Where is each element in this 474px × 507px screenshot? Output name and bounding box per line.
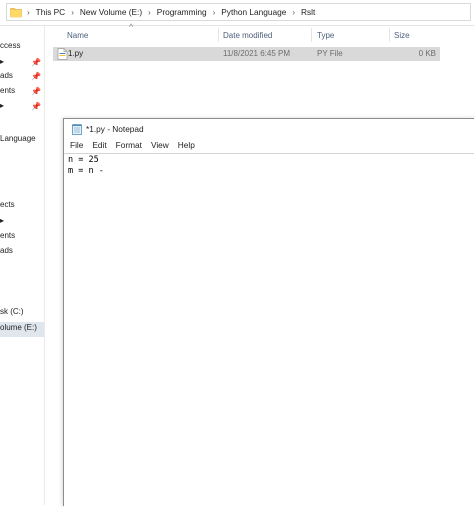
nav-item-label: ents	[0, 86, 16, 95]
file-type: PY File	[317, 49, 343, 58]
pin-icon: 📌	[31, 87, 41, 96]
menu-format[interactable]: Format	[110, 140, 142, 154]
column-header-date-modified[interactable]: Date modified	[223, 31, 272, 45]
column-divider[interactable]	[311, 28, 312, 42]
nav-item-label: ▸	[0, 101, 5, 110]
address-bar: › This PC › New Volume (E:) › Programmin…	[0, 0, 474, 26]
chevron-right-icon[interactable]: ›	[27, 8, 30, 17]
nav-item-3d-objects[interactable]: ects	[0, 200, 44, 214]
nav-item-pictures[interactable]: ▸ 📌	[0, 101, 44, 115]
menu-file[interactable]: File	[64, 140, 83, 154]
column-divider[interactable]	[389, 28, 390, 42]
column-header-type[interactable]: Type	[317, 31, 334, 45]
column-header-name[interactable]: Name	[67, 31, 88, 45]
nav-item-label: ads	[0, 71, 13, 80]
column-header-size[interactable]: Size	[394, 31, 410, 45]
file-size: 0 KB	[418, 49, 436, 58]
breadcrumb-python-language[interactable]: Python Language	[221, 7, 286, 17]
pin-icon: 📌	[31, 102, 41, 111]
nav-item-documents[interactable]: ents 📌	[0, 86, 44, 100]
menu-help[interactable]: Help	[172, 140, 195, 154]
breadcrumb-rslt[interactable]: Rslt	[301, 7, 315, 17]
nav-item-python-language[interactable]: Language	[0, 134, 44, 148]
nav-item-quick-access[interactable]: ccess	[0, 41, 44, 55]
nav-item-downloads-2[interactable]: ads	[0, 246, 44, 260]
nav-item-local-disk-c[interactable]: sk (C:)	[0, 307, 44, 321]
nav-item-label: ▸	[0, 57, 5, 66]
chevron-right-icon[interactable]: ›	[292, 8, 295, 17]
pin-icon: 📌	[31, 58, 41, 67]
chevron-right-icon[interactable]: ›	[213, 8, 216, 17]
nav-item-new-volume-e[interactable]: olume (E:)	[0, 322, 44, 337]
notepad-title-bar[interactable]: *1.py - Notepad	[64, 119, 474, 139]
navigation-pane: ccess ▸ 📌 ads 📌 ents 📌 ▸ 📌 Language ects ▸ e…	[0, 26, 45, 505]
python-file-icon	[57, 48, 68, 60]
column-divider[interactable]	[218, 28, 219, 42]
breadcrumb-this-pc[interactable]: This PC	[36, 7, 66, 17]
nav-item-documents-2[interactable]: ents	[0, 231, 44, 245]
nav-item-label: ads	[0, 246, 13, 255]
notepad-window: *1.py - Notepad File Edit Format View He…	[63, 118, 474, 507]
chevron-right-icon[interactable]: ›	[148, 8, 151, 17]
breadcrumb[interactable]: › This PC › New Volume (E:) › Programmin…	[6, 3, 471, 21]
notepad-text-area[interactable]: n = 25 m = n -	[64, 153, 474, 507]
file-row[interactable]: 1.py 11/8/2021 6:45 PM PY File 0 KB	[53, 47, 440, 61]
nav-item-label: ects	[0, 200, 15, 209]
breadcrumb-programming[interactable]: Programming	[157, 7, 207, 17]
nav-item-downloads[interactable]: ads 📌	[0, 71, 44, 85]
nav-item-label: sk (C:)	[0, 307, 24, 316]
menu-edit[interactable]: Edit	[86, 140, 106, 154]
nav-item-label: olume (E:)	[0, 323, 37, 332]
text-line: m = n -	[68, 166, 104, 176]
nav-item-desktop-2[interactable]: ▸	[0, 216, 44, 230]
file-name: 1.py	[68, 49, 84, 58]
folder-icon	[10, 8, 22, 18]
nav-item-desktop[interactable]: ▸ 📌	[0, 57, 44, 71]
nav-item-label: ents	[0, 231, 16, 240]
file-date-modified: 11/8/2021 6:45 PM	[223, 49, 291, 58]
notepad-menu-bar: File Edit Format View Help	[64, 140, 198, 154]
text-line: n = 25	[68, 155, 99, 165]
breadcrumb-items: › This PC › New Volume (E:) › Programmin…	[27, 4, 315, 20]
notepad-title: *1.py - Notepad	[86, 124, 144, 134]
pin-icon: 📌	[31, 72, 41, 81]
chevron-right-icon[interactable]: ›	[71, 8, 74, 17]
notepad-icon	[72, 124, 82, 135]
menu-view[interactable]: View	[145, 140, 169, 154]
nav-item-label: ▸	[0, 216, 5, 225]
nav-item-label: Language	[0, 134, 36, 143]
sort-ascending-icon: ^	[129, 22, 134, 32]
nav-item-label: ccess	[0, 41, 21, 50]
breadcrumb-new-volume[interactable]: New Volume (E:)	[80, 7, 142, 17]
